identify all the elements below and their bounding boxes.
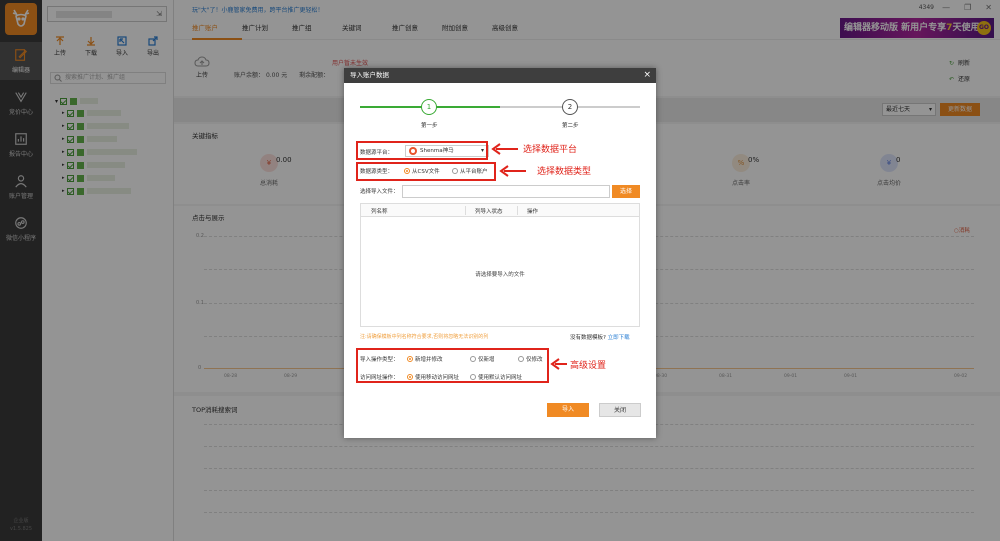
arrow-icon bbox=[491, 143, 518, 155]
close-button[interactable]: 关闭 bbox=[599, 403, 641, 417]
step-1-circle: 1 bbox=[421, 99, 437, 115]
file-label: 选择导入文件： bbox=[360, 189, 399, 195]
dialog-title: 导入账户数据 bbox=[350, 71, 389, 79]
app-window: 编辑器 竞价中心 报告中心 账户管理 微信小程序 企业版 v1.5.825 ⇲ bbox=[0, 0, 1000, 541]
table-header: 列名称 列导入状态 操作 bbox=[361, 204, 639, 217]
arrow-icon bbox=[550, 358, 567, 370]
annotation-type-text: 选择数据类型 bbox=[537, 167, 592, 177]
download-template-link[interactable]: 立即下载 bbox=[608, 335, 630, 341]
column-warning: 注:请确保模板中列名称符合要求,否则将忽略无法识别的列 bbox=[360, 334, 489, 340]
step-2-circle: 2 bbox=[562, 99, 578, 115]
annotation-box-platform bbox=[356, 141, 488, 160]
arrow-icon bbox=[499, 165, 526, 177]
col-action-header: 操作 bbox=[527, 209, 539, 215]
empty-table-message: 请选择要导入的文件 bbox=[475, 272, 525, 278]
annotation-box-type bbox=[356, 162, 496, 181]
column-mapping-table: 列名称 列导入状态 操作 请选择要导入的文件 bbox=[360, 203, 640, 327]
annotation-platform-text: 选择数据平台 bbox=[523, 145, 578, 155]
import-button[interactable]: 导入 bbox=[547, 403, 589, 417]
file-path-input[interactable] bbox=[402, 185, 610, 198]
dialog-header: 导入账户数据 × bbox=[344, 68, 656, 83]
choose-file-button[interactable]: 选择 bbox=[612, 185, 640, 198]
col-name-header: 列名称 bbox=[371, 209, 388, 215]
template-hint: 没有数据模板? 立即下载 bbox=[570, 333, 630, 341]
template-prefix: 没有数据模板? bbox=[570, 335, 606, 341]
step-1-label: 第一步 bbox=[421, 123, 438, 129]
annotation-advanced-text: 高级设置 bbox=[570, 361, 607, 371]
annotation-box-advanced bbox=[356, 348, 549, 383]
step-2-label: 第二步 bbox=[562, 123, 579, 129]
col-status-header: 列导入状态 bbox=[475, 209, 503, 215]
dialog-close-icon[interactable]: × bbox=[643, 68, 651, 83]
